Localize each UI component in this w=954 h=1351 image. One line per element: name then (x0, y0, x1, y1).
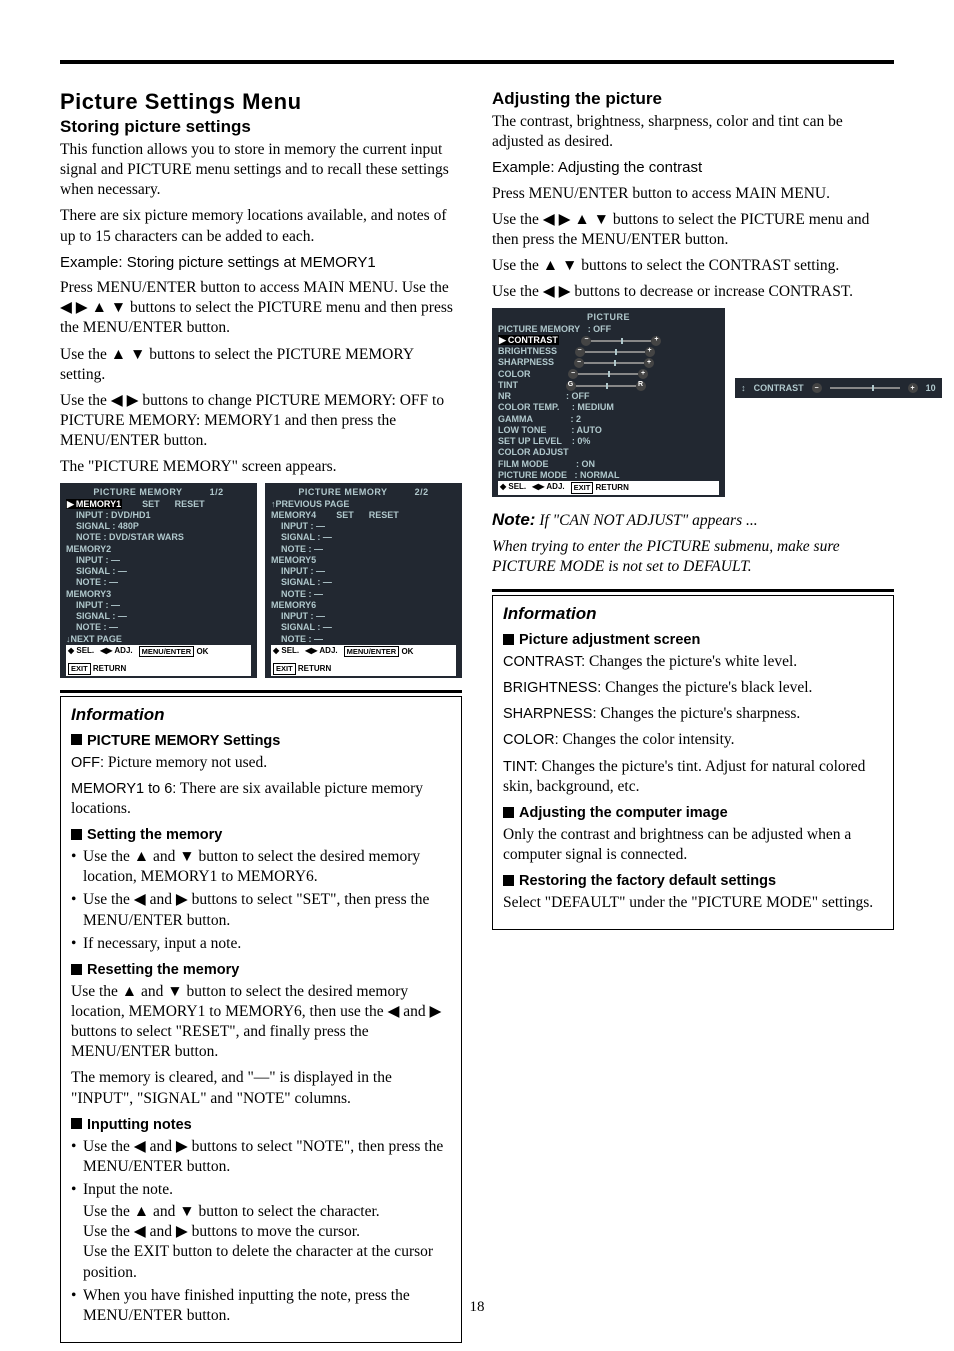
square-bullet-icon (71, 964, 82, 975)
body-text: Press MENU/ENTER button to access MAIN M… (492, 184, 894, 204)
list-item: Use the ◀ and ▶ buttons to select "SET",… (71, 890, 451, 930)
osd-slider-popup: ↕CONTRAST −+ 10 (735, 378, 942, 398)
information-heading: Information (503, 604, 883, 624)
square-bullet-icon (503, 634, 514, 645)
body-text: This function allows you to store in mem… (60, 140, 462, 200)
information-box: Information PICTURE MEMORY Settings OFF:… (60, 696, 462, 1343)
note-text: Note: If "CAN NOT ADJUST" appears ... (492, 509, 894, 531)
info-subtitle: Inputting notes (87, 1117, 192, 1133)
right-column: Adjusting the picture The contrast, brig… (492, 89, 894, 1343)
example-label: Example: Storing picture settings at MEM… (60, 253, 462, 273)
info-subtitle: PICTURE MEMORY Settings (87, 733, 280, 749)
subsection-title: Storing picture settings (60, 117, 462, 137)
body-text: Use the ◀ ▶ buttons to change PICTURE ME… (60, 391, 462, 451)
osd-screen-1: PICTURE MEMORY 1/2 ▶MEMORY1 SET RESET IN… (60, 483, 257, 677)
list-item: Use the ◀ and ▶ buttons to select "NOTE"… (71, 1137, 451, 1177)
information-heading: Information (71, 705, 451, 725)
body-text: The memory is cleared, and "—" is displa… (71, 1068, 451, 1108)
body-text: The "PICTURE MEMORY" screen appears. (60, 457, 462, 477)
info-subtitle: Restoring the factory default settings (519, 873, 776, 889)
example-label: Example: Adjusting the contrast (492, 158, 894, 178)
square-bullet-icon (71, 1118, 82, 1129)
information-box: Information Picture adjustment screen CO… (492, 595, 894, 930)
body-text: Use the ▲ ▼ buttons to select the CONTRA… (492, 256, 894, 276)
body-text: Press MENU/ENTER button to access MAIN M… (60, 278, 462, 338)
info-subtitle: Adjusting the computer image (519, 805, 728, 821)
list-item: Input the note. Use the ▲ and ▼ button t… (71, 1180, 451, 1283)
body-text: Use the ◀ ▶ ▲ ▼ buttons to select the PI… (492, 210, 894, 250)
body-text: Use the ▲ and ▼ button to select the des… (71, 982, 451, 1063)
square-bullet-icon (71, 734, 82, 745)
osd-picture-menu: PICTURE PICTURE MEMORY : OFF ▶CONTRAST −… (492, 308, 725, 496)
square-bullet-icon (503, 807, 514, 818)
body-text: Only the contrast and brightness can be … (503, 825, 883, 865)
subsection-title: Adjusting the picture (492, 89, 894, 109)
body-text: There are six picture memory locations a… (60, 206, 462, 246)
info-subtitle: Picture adjustment screen (519, 632, 700, 648)
square-bullet-icon (503, 875, 514, 886)
body-text: Use the ◀ ▶ buttons to decrease or incre… (492, 282, 894, 302)
body-text: Select "DEFAULT" under the "PICTURE MODE… (503, 893, 883, 913)
info-subtitle: Setting the memory (87, 827, 222, 843)
list-item: Use the ▲ and ▼ button to select the des… (71, 847, 451, 887)
body-text: The contrast, brightness, sharpness, col… (492, 112, 894, 152)
page-number: 18 (0, 1299, 954, 1316)
square-bullet-icon (71, 829, 82, 840)
section-title: Picture Settings Menu (60, 89, 462, 115)
body-text: Use the ▲ ▼ buttons to select the PICTUR… (60, 345, 462, 385)
note-body: When trying to enter the PICTURE submenu… (492, 537, 894, 577)
info-subtitle: Resetting the memory (87, 962, 239, 978)
list-item: If necessary, input a note. (71, 934, 451, 954)
osd-screen-2: PICTURE MEMORY 2/2 ↑PREVIOUS PAGE MEMORY… (265, 483, 462, 677)
left-column: Picture Settings Menu Storing picture se… (60, 89, 462, 1343)
